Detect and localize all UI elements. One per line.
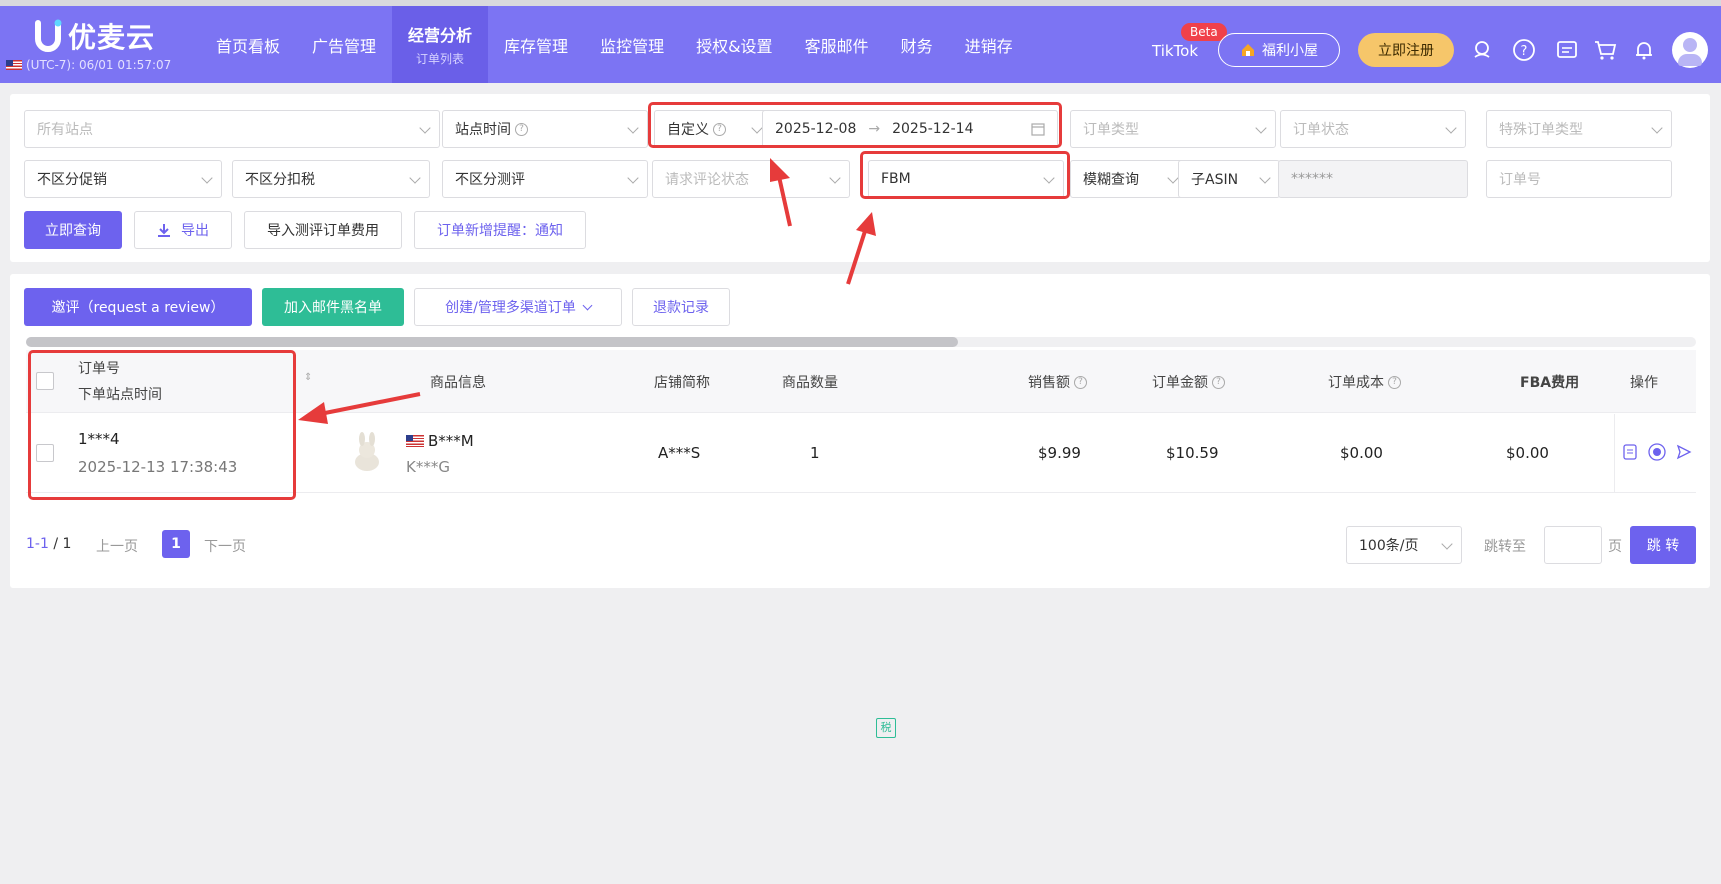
arrow-to-date-range <box>770 158 792 227</box>
arrow-to-fbm <box>846 212 876 285</box>
arrow-to-order-number <box>298 392 421 424</box>
annotation-arrows <box>298 158 876 424</box>
